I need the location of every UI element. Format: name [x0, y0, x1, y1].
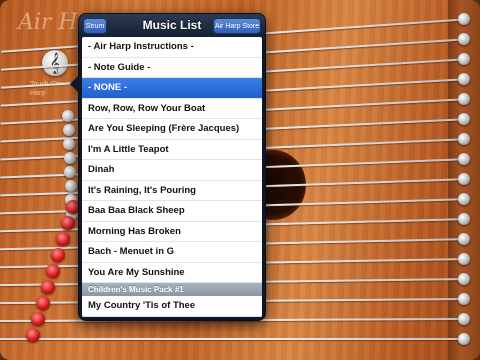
treble-clef-icon[interactable]: 𝄞	[42, 50, 68, 76]
string-peg-icon	[63, 138, 75, 150]
brand-line-2: Harp	[30, 90, 46, 97]
song-list-item[interactable]: I'm A Little Teapot	[82, 140, 262, 160]
string-peg-icon	[63, 152, 76, 164]
tuning-pin-icon	[458, 13, 470, 25]
string-peg-icon	[64, 180, 77, 192]
string-peg-icon	[64, 166, 76, 178]
song-list-item[interactable]: Dinah	[82, 160, 262, 181]
tuning-pin-icon	[458, 313, 470, 325]
song-list-item[interactable]: You Are My Sunshine	[82, 263, 262, 283]
music-list-popover: Strum Music List Air Harp Store - Air Ha…	[70, 13, 266, 321]
tuning-pin-icon	[458, 33, 470, 45]
section-header: Children's Music Pack #1	[82, 283, 262, 296]
tuning-pin-icon	[458, 333, 470, 345]
song-list-item[interactable]: - NONE -	[82, 78, 262, 99]
red-peg-icon	[56, 232, 70, 246]
popover-nav-bar: Strum Music List Air Harp Store	[79, 14, 265, 38]
air-harp-store-button[interactable]: Air Harp Store	[213, 18, 261, 34]
tuning-pin-icon	[458, 93, 470, 105]
song-list-item[interactable]: It's Raining, It's Pouring	[82, 181, 262, 201]
red-peg-icon	[46, 264, 60, 278]
song-list-item[interactable]: Morning Has Broken	[82, 222, 262, 242]
tuning-pin-icon	[458, 293, 470, 305]
tuning-pin-icon	[458, 53, 470, 65]
string-peg-icon	[62, 110, 74, 122]
song-list-item[interactable]: My Country 'Tis of Thee	[82, 296, 262, 317]
song-list-item[interactable]: Are You Sleeping (Frère Jacques)	[82, 119, 262, 140]
tuning-pin-icon	[458, 133, 470, 145]
red-peg-icon	[31, 312, 45, 326]
string-peg-icon	[62, 124, 75, 136]
tuning-pin-icon	[458, 113, 470, 125]
music-list[interactable]: - Air Harp Instructions -- Note Guide --…	[82, 37, 262, 317]
tuning-pin-icon	[458, 193, 470, 205]
popover-arrow	[70, 74, 80, 94]
red-peg-icon	[61, 216, 75, 230]
harp-string[interactable]	[0, 338, 470, 340]
red-peg-icon	[41, 280, 55, 294]
song-list-item[interactable]: Bach - Menuet in G	[82, 242, 262, 263]
red-peg-icon	[51, 248, 65, 262]
song-list-item[interactable]: Baa Baa Black Sheep	[82, 201, 262, 222]
tuning-pin-icon	[458, 213, 470, 225]
song-list-item[interactable]: - Air Harp Instructions -	[82, 37, 262, 58]
tuning-pin-icon	[458, 73, 470, 85]
tuning-pin-icon	[458, 153, 470, 165]
tuning-pin-icon	[458, 273, 470, 285]
tuning-pin-icon	[458, 233, 470, 245]
tuning-pin-icon	[458, 173, 470, 185]
red-peg-icon	[36, 296, 50, 310]
song-list-item[interactable]: Row, Row, Row Your Boat	[82, 99, 262, 119]
song-list-item[interactable]: - Note Guide -	[82, 58, 262, 78]
red-peg-icon	[26, 328, 40, 342]
tuning-pin-icon	[458, 253, 470, 265]
